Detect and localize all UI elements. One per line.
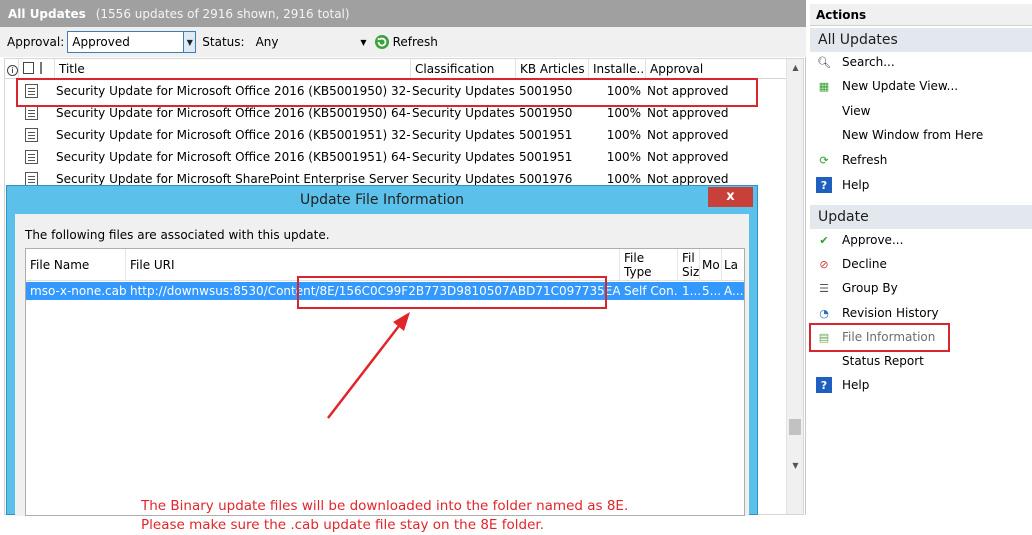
column-file-type[interactable]: File Type [620, 249, 678, 281]
column-installed[interactable]: Installe... [589, 59, 646, 79]
highlight-folder-hash [297, 276, 607, 309]
action-revision-history[interactable]: ◔ Revision History [810, 301, 1032, 325]
group-by-icon: ☰ [819, 281, 829, 295]
status-dropdown[interactable]: Any ▼ [252, 31, 370, 53]
update-icon [25, 172, 38, 186]
type-column-header[interactable] [19, 59, 55, 79]
file-uri-prefix: http://downwsus:8530/Content/ [130, 284, 320, 298]
row-classification: Security Updates [412, 150, 515, 164]
column-kb-articles[interactable]: KB Articles [516, 59, 589, 79]
refresh-label: Refresh [392, 35, 438, 49]
row-approval: Not approved [647, 128, 729, 142]
file-language: A... [724, 284, 744, 298]
action-view[interactable]: View [810, 99, 1032, 123]
decline-icon: ⊘ [819, 257, 829, 271]
annotation-line-2: Please make sure the .cab update file st… [141, 517, 544, 533]
file-size-label-2: Siz [682, 265, 700, 279]
column-modified[interactable]: Mo [700, 249, 722, 281]
history-icon: ◔ [819, 306, 829, 320]
update-icon [25, 150, 38, 164]
file-size: 1... [682, 284, 700, 298]
chevron-down-icon[interactable]: ▼ [183, 32, 196, 52]
column-title[interactable]: Title [55, 59, 411, 79]
help-icon: ? [816, 177, 832, 193]
update-icon [25, 128, 38, 142]
refresh-icon [374, 35, 389, 49]
update-file-info-dialog: Update File Information x The following … [6, 185, 758, 533]
action-decline[interactable]: ⊘ Decline [810, 252, 1032, 276]
action-new-update-view[interactable]: ▦ New Update View... [810, 74, 1032, 98]
action-refresh[interactable]: ⟳ Refresh [810, 148, 1032, 172]
action-status-report[interactable]: Status Report [810, 349, 1032, 373]
chevron-down-icon[interactable]: ▼ [360, 38, 366, 47]
help-icon: ? [816, 377, 832, 393]
row-title: Security Update for Microsoft Office 201… [56, 128, 410, 142]
scroll-thumb[interactable] [789, 419, 801, 435]
info-icon: i [7, 65, 18, 76]
scroll-down-icon[interactable]: ▼ [787, 457, 804, 474]
table-scrollbar[interactable]: ▲ ▼ [786, 59, 803, 514]
action-help[interactable]: ? Help [810, 173, 1032, 197]
row-approval: Not approved [647, 150, 729, 164]
annotation-line-1: The Binary update files will be download… [141, 498, 629, 514]
dialog-message: The following files are associated with … [25, 228, 330, 242]
column-file-size[interactable]: Fil Siz [678, 249, 700, 281]
search-icon: 🔍︎ [817, 55, 831, 69]
actions-pane: Actions All Updates 🔍︎ Search... ▦ New U… [810, 0, 1032, 515]
report-icon [23, 62, 34, 74]
approval-dropdown[interactable]: Approved ▼ [67, 31, 197, 53]
approval-value: Approved [72, 35, 130, 49]
panel-title-bar: All Updates (1556 updates of 2916 shown,… [0, 0, 806, 27]
approve-icon: ✔ [819, 233, 829, 247]
filter-bar: Approval: Approved ▼ Status: Any ▼ Refre… [0, 27, 806, 57]
row-installed: 100% [606, 150, 641, 164]
row-kb: 5001951 [519, 150, 573, 164]
section-update[interactable]: Update [810, 205, 1032, 229]
new-view-icon: ▦ [818, 79, 830, 93]
info-column-header[interactable]: i [5, 59, 19, 79]
highlight-file-information [809, 323, 950, 352]
file-size-label-1: Fil [682, 251, 695, 265]
action-group-by[interactable]: ☰ Group By [810, 276, 1032, 300]
panel-count: (1556 updates of 2916 shown, 2916 total) [95, 6, 350, 21]
column-approval[interactable]: Approval [646, 59, 787, 79]
action-help-update[interactable]: ? Help [810, 373, 1032, 397]
actions-header: Actions [810, 4, 1032, 26]
file-type-label-1: File [624, 251, 645, 265]
refresh-button[interactable]: Refresh [374, 34, 438, 50]
file-type: Self Con... [624, 284, 678, 298]
status-label: Status: [202, 35, 245, 49]
highlight-first-row [16, 78, 758, 107]
table-row[interactable]: Security Update for Microsoft Office 201… [5, 124, 787, 146]
action-new-window[interactable]: New Window from Here [810, 123, 1032, 147]
table-header: i Title Classification KB Articles Insta… [5, 59, 787, 79]
update-icon [25, 106, 38, 120]
row-classification: Security Updates [412, 128, 515, 142]
column-file-name[interactable]: File Name [26, 249, 126, 281]
annotation-text: The Binary update files will be download… [141, 497, 628, 535]
sort-icon [39, 62, 48, 74]
row-title: Security Update for Microsoft Office 201… [56, 150, 410, 164]
dialog-title: Update File Information [299, 192, 465, 208]
column-language[interactable]: La [722, 249, 744, 281]
section-all-updates[interactable]: All Updates [810, 28, 1032, 52]
scroll-up-icon[interactable]: ▲ [787, 59, 804, 76]
dialog-body: The following files are associated with … [15, 214, 749, 533]
file-modified: 5... [702, 284, 722, 298]
action-search[interactable]: 🔍︎ Search... [810, 50, 1032, 74]
action-approve[interactable]: ✔ Approve... [810, 228, 1032, 252]
row-kb: 5001951 [519, 128, 573, 142]
close-button[interactable]: x [708, 187, 753, 207]
row-installed: 100% [606, 128, 641, 142]
status-value: Any [255, 35, 279, 49]
panel-title: All Updates [8, 6, 86, 21]
approval-label: Approval: [7, 35, 65, 49]
file-name: mso-x-none.cab [30, 284, 126, 298]
refresh-icon: ⟳ [819, 153, 829, 167]
table-row[interactable]: Security Update for Microsoft Office 201… [5, 146, 787, 168]
file-type-label-2: Type [624, 265, 652, 279]
column-classification[interactable]: Classification [411, 59, 516, 79]
